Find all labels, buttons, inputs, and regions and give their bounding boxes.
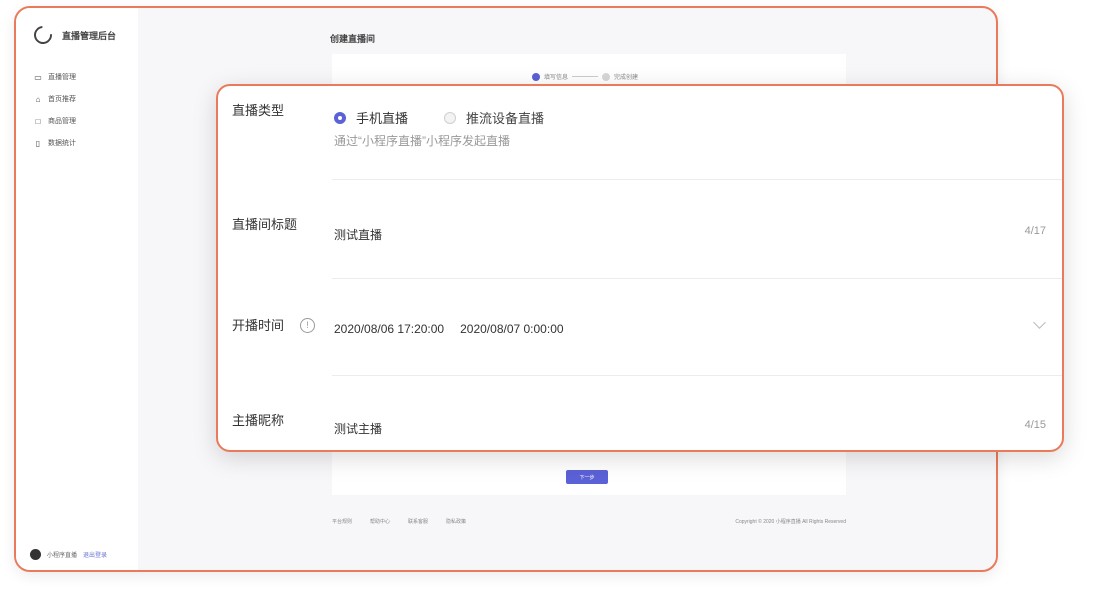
divider <box>332 375 1062 376</box>
page-footer: 平台规则 帮助中心 联系客服 隐私政策 Copyright © 2020 小程序… <box>332 518 846 525</box>
form-zoom-panel: 直播类型 手机直播 推流设备直播 通过“小程序直播”小程序发起直播 直播间标题 … <box>216 84 1064 452</box>
footer-link-rules[interactable]: 平台规则 <box>332 518 352 525</box>
radio-phone-live[interactable]: 手机直播 <box>334 108 408 127</box>
anchor-name-counter: 4/15 <box>1024 419 1046 431</box>
end-time: 2020/08/07 0:00:00 <box>460 322 564 336</box>
sidebar-item-label: 商品管理 <box>48 118 76 125</box>
divider <box>332 179 1062 180</box>
sidebar-item-label: 首页推荐 <box>48 96 76 103</box>
anchor-name-label: 主播昵称 <box>232 413 285 428</box>
step-label-1: 填写信息 <box>544 75 569 81</box>
sidebar-footer: 小程序直播 退出登录 <box>30 549 107 560</box>
logout-link[interactable]: 退出登录 <box>83 550 107 559</box>
sidebar-item-live[interactable]: ▭ 直播管理 <box>34 66 76 88</box>
radio-device-live[interactable]: 推流设备直播 <box>444 108 544 127</box>
avatar[interactable] <box>30 549 41 560</box>
live-title-label: 直播间标题 <box>232 217 298 232</box>
radio-unchecked-icon <box>444 111 457 124</box>
live-time-label: 开播时间 <box>232 318 285 333</box>
footer-link-privacy[interactable]: 隐私政策 <box>446 518 466 525</box>
document-icon: ▯ <box>35 138 41 148</box>
chevron-down-icon[interactable] <box>1033 316 1046 329</box>
radio-checked-icon <box>334 111 346 124</box>
copyright: Copyright © 2020 小程序直播 All Rights Reserv… <box>735 519 846 525</box>
next-button[interactable]: 下一步 <box>566 470 608 484</box>
app-title: 直播管理后台 <box>62 30 117 41</box>
step-active-icon <box>532 72 540 81</box>
live-type-hint: 通过“小程序直播”小程序发起直播 <box>334 134 510 148</box>
live-type-label: 直播类型 <box>232 103 285 118</box>
live-time-picker[interactable]: 2020/08/06 17:20:00 2020/08/07 0:00:00 <box>334 322 564 336</box>
sidebar-item-home[interactable]: ⌂ 首页推荐 <box>34 88 76 110</box>
camera-icon: ▭ <box>34 72 42 82</box>
live-title-input[interactable]: 测试直播 <box>334 226 382 243</box>
sidebar-item-goods[interactable]: □ 商品管理 <box>34 110 76 132</box>
footer-link-service[interactable]: 联系客服 <box>408 518 428 525</box>
divider <box>332 278 1062 279</box>
sidebar-item-stats[interactable]: ▯ 数据统计 <box>34 132 76 154</box>
home-icon: ⌂ <box>35 94 41 104</box>
info-icon[interactable]: ! <box>300 318 315 333</box>
live-title-counter: 4/17 <box>1024 225 1046 237</box>
logo-icon <box>30 22 56 48</box>
start-time: 2020/08/06 17:20:00 <box>334 322 445 336</box>
page-title: 创建直播间 <box>330 34 376 44</box>
radio-label: 手机直播 <box>356 111 409 126</box>
step-inactive-icon <box>602 72 611 81</box>
live-type-radio-group: 手机直播 推流设备直播 <box>334 108 544 127</box>
sidebar-item-label: 直播管理 <box>48 74 76 81</box>
sidebar: 直播管理后台 ▭ 直播管理 ⌂ 首页推荐 □ 商品管理 ▯ 数据统计 小程序直播 <box>16 8 138 570</box>
step-connector <box>572 76 599 77</box>
anchor-name-input[interactable]: 测试主播 <box>334 420 382 437</box>
app-logo[interactable]: 直播管理后台 <box>30 22 117 48</box>
footer-link-help[interactable]: 帮助中心 <box>370 518 390 525</box>
sidebar-item-label: 数据统计 <box>48 140 76 147</box>
step-indicator: 填写信息 完成创建 <box>532 72 638 81</box>
radio-label: 推流设备直播 <box>466 111 545 126</box>
box-icon: □ <box>35 116 41 126</box>
step-label-2: 完成创建 <box>614 75 639 81</box>
sidebar-nav: ▭ 直播管理 ⌂ 首页推荐 □ 商品管理 ▯ 数据统计 <box>34 66 76 154</box>
footer-user: 小程序直播 <box>47 553 78 559</box>
